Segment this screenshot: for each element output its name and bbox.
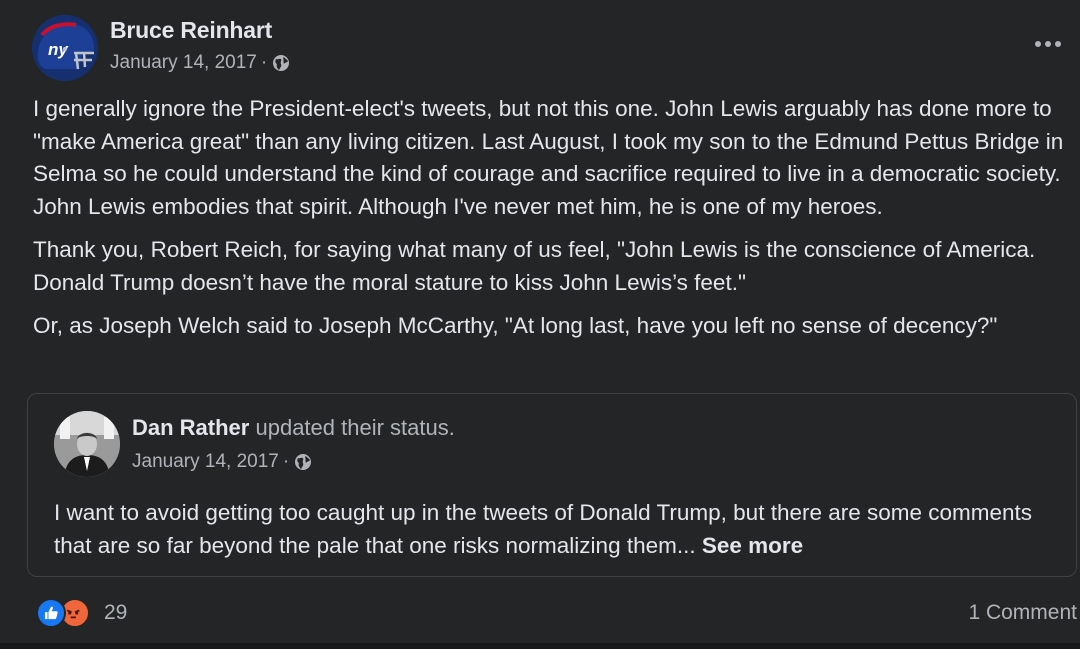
more-options-button[interactable] [1028, 28, 1068, 60]
more-dot [1035, 41, 1041, 47]
post-date[interactable]: January 14, 2017 [110, 52, 257, 74]
post-paragraph: Or, as Joseph Welch said to Joseph McCar… [33, 313, 998, 338]
more-dot [1055, 41, 1061, 47]
more-dot [1045, 41, 1051, 47]
post-paragraph: Thank you, Robert Reich, for saying what… [33, 237, 1036, 295]
facebook-post: ny Bruce Reinhart January 14, 2017 · I g… [0, 0, 1080, 649]
shared-meta: January 14, 2017 · [132, 451, 312, 473]
shared-text-body: I want to avoid getting too caught up in… [54, 500, 1033, 558]
author-avatar[interactable]: ny [32, 15, 98, 81]
shared-post-card[interactable]: Dan Rather updated their status. January… [27, 393, 1077, 577]
reaction-count: 29 [104, 601, 128, 624]
shared-text: I want to avoid getting too caught up in… [54, 497, 1054, 562]
like-icon [36, 598, 66, 628]
shared-author-avatar[interactable] [54, 411, 120, 477]
post-paragraph: I generally ignore the President-elect's… [33, 96, 1064, 219]
shared-date[interactable]: January 14, 2017 [132, 451, 279, 473]
meta-separator: · [282, 451, 290, 472]
meta-separator: · [260, 52, 268, 73]
globe-icon [295, 454, 312, 470]
post-meta: January 14, 2017 · [110, 52, 290, 74]
reactions-summary[interactable]: 29 [36, 598, 127, 628]
comments-count-link[interactable]: 1 Comment [968, 601, 1077, 625]
shared-action: updated their status. [255, 415, 455, 440]
globe-icon [273, 55, 290, 71]
post-text: I generally ignore the President-elect's… [33, 93, 1073, 354]
author-name[interactable]: Bruce Reinhart [110, 17, 272, 44]
shared-author-name[interactable]: Dan Rather [132, 415, 249, 440]
portrait-photo-icon [54, 411, 120, 477]
shared-author-line: Dan Rather updated their status. [132, 415, 455, 441]
post-bottom-divider [0, 643, 1080, 649]
helmet-logo-icon: ny [32, 15, 98, 81]
see-more-link[interactable]: See more [702, 533, 803, 558]
